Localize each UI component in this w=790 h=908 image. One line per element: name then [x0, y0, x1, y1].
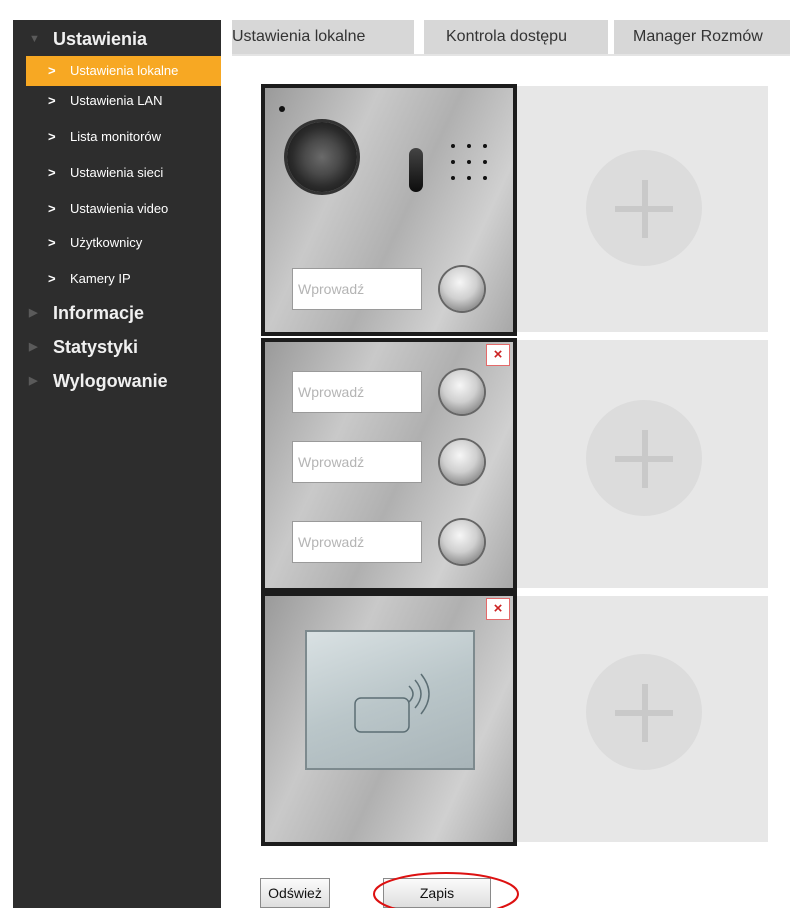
sidebar-item-label: Ustawienia LAN — [70, 93, 163, 108]
chevron-right-icon: > — [48, 129, 56, 144]
sidebar-item-kamery-ip[interactable]: > Kamery IP — [26, 264, 221, 294]
add-module-slot[interactable] — [516, 596, 768, 842]
tab-underline — [232, 54, 790, 56]
camera-lens-icon — [287, 122, 357, 192]
sidebar-section-label: Ustawienia — [53, 29, 148, 49]
tab-label: Manager Rozmów — [633, 28, 763, 45]
add-module-slot[interactable] — [516, 340, 768, 588]
card-reader-module — [261, 592, 517, 846]
chevron-right-icon: > — [48, 271, 56, 286]
chevron-right-icon: > — [48, 235, 56, 250]
chevron-right-icon: > — [48, 201, 56, 216]
expand-icon: ▶ — [29, 375, 38, 387]
sidebar-item-ustawienia-lan[interactable]: > Ustawienia LAN — [26, 86, 221, 116]
chevron-right-icon: > — [48, 93, 56, 108]
tab-ustawienia-lokalne[interactable]: Ustawienia lokalne — [232, 20, 414, 54]
collapse-icon: ▼ — [29, 33, 40, 45]
tab-manager-rozmow[interactable]: Manager Rozmów — [614, 20, 790, 54]
sidebar-section-label: Informacje — [53, 303, 145, 323]
expand-icon: ▶ — [29, 307, 38, 319]
sensor-slot-icon — [409, 148, 423, 192]
sidebar-section-statystyki[interactable]: ▶ Statystyki — [13, 334, 221, 360]
camera-module: Wprowadź — [261, 84, 517, 336]
sidebar-item-lista-monitorow[interactable]: > Lista monitorów — [26, 122, 221, 152]
rfid-card-icon — [354, 673, 430, 733]
refresh-button[interactable]: Odśwież — [260, 878, 330, 908]
sidebar-section-ustawienia[interactable]: ▼ Ustawienia — [13, 26, 221, 52]
name-input[interactable]: Wprowadź — [292, 441, 422, 483]
indicator-dot — [279, 106, 285, 112]
sidebar-item-uzytkownicy[interactable]: > Użytkownicy — [26, 228, 221, 258]
plus-icon — [586, 400, 702, 516]
chevron-right-icon: > — [48, 165, 56, 180]
add-module-slot[interactable] — [516, 86, 768, 332]
sidebar-section-informacje[interactable]: ▶ Informacje — [13, 300, 221, 326]
delete-module-button[interactable]: × — [486, 598, 510, 620]
name-input[interactable]: Wprowadź — [292, 268, 422, 310]
sidebar-item-ustawienia-sieci[interactable]: > Ustawienia sieci — [26, 158, 221, 188]
name-input[interactable]: Wprowadź — [292, 521, 422, 563]
chevron-right-icon: > — [48, 63, 56, 78]
sidebar-item-ustawienia-video[interactable]: > Ustawienia video — [26, 194, 221, 224]
sidebar-item-label: Ustawienia lokalne — [70, 63, 179, 78]
call-button-icon — [440, 440, 484, 484]
sidebar-section-label: Wylogowanie — [53, 371, 168, 391]
save-highlight-circle — [373, 872, 519, 908]
card-reader-panel — [305, 630, 475, 770]
sidebar-section-wylogowanie[interactable]: ▶ Wylogowanie — [13, 368, 221, 394]
tab-label: Ustawienia lokalne — [232, 28, 366, 45]
delete-module-button[interactable]: × — [486, 344, 510, 366]
sidebar-item-label: Ustawienia video — [70, 201, 169, 216]
expand-icon: ▶ — [29, 341, 38, 353]
call-button-icon — [440, 370, 484, 414]
name-input[interactable]: Wprowadź — [292, 371, 422, 413]
button-module: Wprowadź Wprowadź Wprowadź — [261, 338, 517, 592]
sidebar-item-label: Ustawienia sieci — [70, 165, 164, 180]
call-button-icon — [440, 267, 484, 311]
plus-icon — [586, 654, 702, 770]
sidebar-item-label: Użytkownicy — [70, 235, 143, 250]
speaker-grille-icon — [451, 144, 487, 180]
sidebar-section-label: Statystyki — [53, 337, 139, 357]
tab-label: Kontrola dostępu — [446, 28, 567, 45]
plus-icon — [586, 150, 702, 266]
sidebar-item-label: Kamery IP — [70, 271, 131, 286]
call-button-icon — [440, 520, 484, 564]
sidebar: ▼ Ustawienia > Ustawienia lokalne > Usta… — [13, 20, 221, 908]
sidebar-item-label: Lista monitorów — [70, 129, 162, 144]
sidebar-item-ustawienia-lokalne[interactable]: > Ustawienia lokalne — [26, 56, 221, 86]
tab-kontrola-dostepu[interactable]: Kontrola dostępu — [424, 20, 608, 54]
